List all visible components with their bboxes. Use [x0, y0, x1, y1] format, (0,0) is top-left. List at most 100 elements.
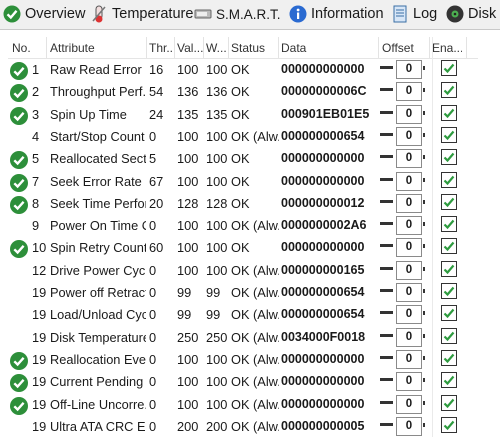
- offset-spinner[interactable]: 0: [380, 238, 426, 258]
- table-row[interactable]: 19...Load/Unload Cyc...09999OK (Alw...00…: [8, 303, 478, 325]
- offset-spinner[interactable]: 0: [380, 171, 426, 191]
- enabled-checkbox[interactable]: [441, 238, 457, 255]
- enabled-checkbox[interactable]: [441, 193, 457, 210]
- tab-overview[interactable]: Overview: [3, 2, 85, 26]
- plus-icon[interactable]: [423, 199, 425, 204]
- plus-icon[interactable]: [423, 400, 425, 405]
- offset-value[interactable]: 0: [396, 149, 422, 169]
- col-header-enabled[interactable]: Ena...: [432, 41, 462, 55]
- offset-spinner[interactable]: 0: [380, 216, 426, 236]
- minus-icon[interactable]: [380, 177, 393, 181]
- enabled-checkbox[interactable]: [441, 349, 457, 366]
- offset-spinner[interactable]: 0: [380, 60, 426, 79]
- col-header-data[interactable]: Data: [281, 41, 377, 55]
- plus-icon[interactable]: [423, 66, 425, 70]
- offset-value[interactable]: 0: [396, 216, 422, 236]
- enabled-checkbox[interactable]: [441, 327, 457, 344]
- table-row[interactable]: 3 Spin Up Time 24 135 135 OK 000901EB01E5 0: [8, 103, 478, 125]
- plus-icon[interactable]: [423, 222, 425, 227]
- minus-icon[interactable]: [380, 400, 393, 404]
- col-header-attribute[interactable]: Attribute: [50, 41, 146, 55]
- table-row[interactable]: 7 Seek Error Rate 67 100 100 OK 000000000000 0: [8, 170, 478, 192]
- offset-value[interactable]: 0: [396, 60, 422, 79]
- offset-spinner[interactable]: 0: [380, 82, 426, 102]
- minus-icon[interactable]: [380, 378, 393, 382]
- offset-spinner[interactable]: 0: [380, 193, 426, 213]
- plus-icon[interactable]: [423, 333, 425, 338]
- offset-spinner[interactable]: 0: [380, 283, 426, 302]
- offset-value[interactable]: 0: [396, 349, 422, 369]
- tab-log[interactable]: Log: [391, 2, 437, 26]
- offset-spinner[interactable]: 0: [380, 416, 426, 436]
- minus-icon[interactable]: [380, 155, 393, 159]
- table-row[interactable]: 8Seek Time Perfor...20128128OK0000000000…: [8, 192, 478, 214]
- col-header-threshold[interactable]: Thr...: [149, 41, 175, 55]
- enabled-checkbox[interactable]: [441, 149, 457, 166]
- table-row[interactable]: 1 Raw Read Error ... 16 100 100 OK 00000000000…: [8, 58, 478, 80]
- minus-icon[interactable]: [380, 289, 393, 292]
- minus-icon[interactable]: [380, 422, 393, 426]
- offset-spinner[interactable]: 0: [380, 394, 426, 414]
- enabled-checkbox[interactable]: [441, 216, 457, 233]
- minus-icon[interactable]: [380, 333, 393, 337]
- minus-icon[interactable]: [380, 222, 393, 226]
- plus-icon[interactable]: [423, 110, 425, 115]
- table-row[interactable]: 4Start/Stop Count0100100OK (Alw...000000…: [8, 125, 478, 147]
- table-row[interactable]: 5Reallocated Sect...5100100OK00000000000…: [8, 147, 478, 170]
- offset-value[interactable]: 0: [396, 238, 422, 258]
- plus-icon[interactable]: [423, 266, 425, 271]
- table-row[interactable]: 10 Spin Retry Count 60 100 100 OK 000000000000…: [8, 236, 478, 259]
- minus-icon[interactable]: [380, 355, 393, 359]
- offset-value[interactable]: 0: [396, 327, 422, 347]
- table-row[interactable]: 19...Power off Retract...09999OK (Alw...…: [8, 281, 478, 303]
- minus-icon[interactable]: [380, 244, 393, 248]
- offset-value[interactable]: 0: [396, 82, 422, 102]
- table-row[interactable]: 19...Reallocation Eve...0100100OK (Alw..…: [8, 348, 478, 370]
- minus-icon[interactable]: [380, 266, 393, 270]
- enabled-checkbox[interactable]: [441, 82, 457, 99]
- offset-spinner[interactable]: 0: [380, 126, 426, 146]
- offset-spinner[interactable]: 0: [380, 260, 426, 280]
- minus-icon[interactable]: [380, 311, 393, 315]
- minus-icon[interactable]: [380, 199, 393, 203]
- enabled-checkbox[interactable]: [441, 283, 457, 299]
- table-row[interactable]: 19...Disk Temperature0250250OK (Alw...00…: [8, 326, 478, 348]
- table-row[interactable]: 19...Off-Line Uncorre...0100100OK (Alw..…: [8, 393, 478, 415]
- plus-icon[interactable]: [423, 132, 425, 137]
- offset-value[interactable]: 0: [396, 260, 422, 280]
- offset-value[interactable]: 0: [396, 104, 422, 124]
- col-header-no[interactable]: No.: [12, 41, 48, 55]
- enabled-checkbox[interactable]: [441, 416, 457, 433]
- offset-value[interactable]: 0: [396, 394, 422, 414]
- minus-icon[interactable]: [380, 132, 393, 136]
- plus-icon[interactable]: [423, 378, 425, 383]
- tab-smart[interactable]: S.M.A.R.T.: [194, 2, 281, 26]
- enabled-checkbox[interactable]: [441, 372, 457, 389]
- enabled-checkbox[interactable]: [441, 305, 457, 322]
- enabled-checkbox[interactable]: [441, 126, 457, 143]
- col-header-offset[interactable]: Offset: [382, 41, 428, 55]
- minus-icon[interactable]: [380, 110, 393, 114]
- plus-icon[interactable]: [423, 244, 425, 249]
- col-header-status[interactable]: Status: [231, 41, 279, 55]
- table-row[interactable]: 19...Current Pending ...0100100OK (Alw..…: [8, 370, 478, 393]
- plus-icon[interactable]: [423, 311, 425, 316]
- table-row[interactable]: 2 Throughput Perf... 54 136 136 OK 00000000006…: [8, 80, 478, 103]
- enabled-checkbox[interactable]: [441, 104, 457, 121]
- offset-value[interactable]: 0: [396, 171, 422, 191]
- offset-value[interactable]: 0: [396, 193, 422, 213]
- col-header-value[interactable]: Val...: [177, 41, 203, 55]
- enabled-checkbox[interactable]: [441, 60, 457, 76]
- offset-spinner[interactable]: 0: [380, 305, 426, 325]
- tab-disk[interactable]: Disk: [446, 2, 496, 26]
- plus-icon[interactable]: [423, 289, 425, 293]
- offset-spinner[interactable]: 0: [380, 372, 426, 392]
- offset-value[interactable]: 0: [396, 283, 422, 302]
- enabled-checkbox[interactable]: [441, 260, 457, 277]
- plus-icon[interactable]: [423, 88, 425, 93]
- table-row[interactable]: 9Power On Time C...0100100OK (Alw...0000…: [8, 214, 478, 236]
- offset-spinner[interactable]: 0: [380, 104, 426, 124]
- offset-value[interactable]: 0: [396, 416, 422, 436]
- col-header-worst[interactable]: W...: [206, 41, 228, 55]
- offset-spinner[interactable]: 0: [380, 149, 426, 169]
